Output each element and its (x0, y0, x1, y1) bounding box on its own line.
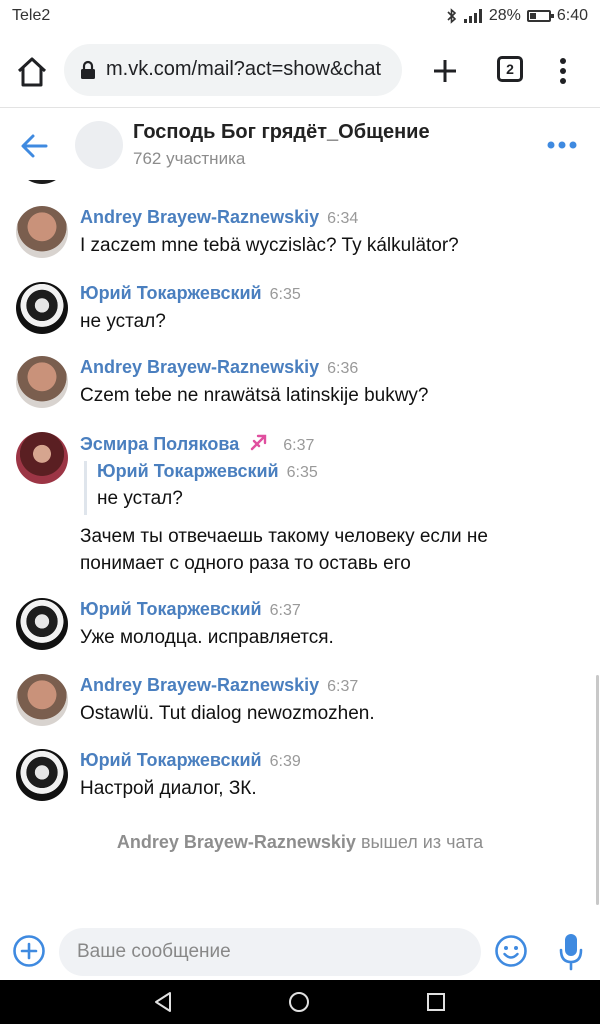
avatar[interactable] (16, 598, 68, 650)
add-circle-icon[interactable] (12, 934, 46, 968)
more-vert-icon[interactable] (553, 56, 573, 86)
author-name[interactable]: Юрий Токаржевский (80, 283, 262, 303)
author-name[interactable]: Andrey Brayew-Raznewskiy (80, 675, 319, 695)
battery-percent: 28% (488, 7, 521, 24)
chat-header: Господь Бог грядёт_Общение 762 участника (0, 108, 600, 180)
address-bar[interactable]: m.vk.com/mail?act=show&chat (64, 44, 402, 96)
message-text: I zaczem mne tebä wyczislàc? Ty kálkulät… (80, 235, 459, 256)
avatar[interactable] (16, 180, 68, 184)
message-composer (0, 925, 600, 980)
tabs-icon[interactable]: 2 (497, 56, 523, 82)
avatar[interactable] (16, 432, 68, 484)
battery-icon (526, 10, 554, 22)
message-text: Настрой диалог, ЗК. (80, 778, 257, 799)
reply-quote[interactable]: Юрий Токаржевский 6:35 не устал? (84, 461, 537, 515)
system-message: Andrey Brayew-Raznewskiy вышел из чата (0, 832, 600, 853)
chat-title[interactable]: Господь Бог грядёт_Общение (133, 121, 430, 144)
home-icon[interactable] (14, 54, 50, 90)
status-bar: Tele2 28% 6:40 (0, 0, 600, 32)
avatar[interactable] (16, 749, 68, 801)
message-time: 6:37 (269, 602, 301, 619)
message-time: 6:39 (269, 753, 301, 770)
quote-author: Юрий Токаржевский 6:35 (97, 461, 537, 482)
message-author[interactable]: Эсмира Полякова 6:37 (80, 432, 314, 455)
message-text: Czem tebe ne nrawätsä latinskije bukwy? (80, 385, 429, 406)
message-author[interactable]: Юрий Токаржевский 6:39 (80, 750, 301, 771)
quote-text: не устал? (97, 488, 183, 509)
clock: 6:40 (556, 7, 588, 24)
message-time: 6:34 (327, 210, 359, 227)
message-text-line: Зачем ты отвечаешь такому человеку если … (80, 526, 488, 547)
message-text: не устал? (80, 311, 166, 332)
avatar[interactable] (16, 206, 68, 258)
author-name[interactable]: Andrey Brayew-Raznewskiy (80, 207, 319, 227)
avatar[interactable] (16, 356, 68, 408)
message-list[interactable]: Andrey Brayew-Raznewskiy 6:34 I zaczem mn… (0, 180, 600, 925)
scrollbar[interactable] (596, 675, 599, 905)
message-time: 6:37 (327, 678, 359, 695)
chat-avatar[interactable] (75, 121, 123, 169)
system-message-action: вышел из чата (360, 832, 484, 852)
message-text: Уже молодца. исправляется. (80, 627, 334, 648)
message-time: 6:36 (327, 360, 359, 377)
author-name[interactable]: Andrey Brayew-Raznewskiy (80, 357, 319, 377)
nav-home-icon[interactable] (288, 991, 310, 1013)
url-text[interactable]: m.vk.com/mail?act=show&chat (106, 58, 396, 81)
message-author[interactable]: Andrey Brayew-Raznewskiy 6:37 (80, 675, 358, 696)
plus-icon[interactable] (428, 54, 462, 88)
quote-time: 6:35 (286, 464, 318, 481)
system-message-user[interactable]: Andrey Brayew-Raznewskiy (117, 832, 356, 852)
browser-toolbar: m.vk.com/mail?act=show&chat 2 (0, 32, 600, 108)
message-author[interactable]: Юрий Токаржевский 6:37 (80, 599, 301, 620)
message-author[interactable]: Andrey Brayew-Raznewskiy 6:34 (80, 207, 358, 228)
message-time: 6:35 (269, 286, 301, 303)
author-name[interactable]: Юрий Токаржевский (80, 599, 262, 619)
nav-recents-icon[interactable] (426, 992, 446, 1012)
lock-icon (81, 60, 95, 79)
quote-author-name: Юрий Токаржевский (97, 461, 279, 481)
more-horizontal-icon[interactable] (546, 140, 578, 150)
message-time: 6:37 (283, 437, 315, 454)
chat-member-count: 762 участника (133, 149, 246, 168)
mic-icon[interactable] (558, 931, 584, 971)
message-author[interactable]: Юрий Токаржевский 6:35 (80, 283, 301, 304)
system-nav-bar (0, 980, 600, 1024)
avatar[interactable] (16, 674, 68, 726)
avatar[interactable] (16, 282, 68, 334)
message-text: Ostawlü. Tut dialog newozmozhen. (80, 703, 375, 724)
message-author[interactable]: Andrey Brayew-Raznewskiy 6:36 (80, 357, 358, 378)
author-name[interactable]: Юрий Токаржевский (80, 750, 262, 770)
emoji-icon[interactable] (494, 934, 528, 968)
nav-back-icon[interactable] (152, 991, 174, 1013)
status-right: 28% 6:40 (447, 7, 588, 25)
author-name[interactable]: Эсмира Полякова (80, 434, 239, 454)
signal-icon (463, 9, 482, 23)
message-input[interactable] (59, 928, 481, 976)
bluetooth-icon (447, 8, 457, 24)
carrier-label: Tele2 (12, 7, 51, 24)
sagittarius-emoji-icon (248, 432, 271, 452)
message-text-line: понимает с одного раза то оставь его (80, 553, 411, 574)
back-arrow-icon[interactable] (20, 132, 48, 160)
